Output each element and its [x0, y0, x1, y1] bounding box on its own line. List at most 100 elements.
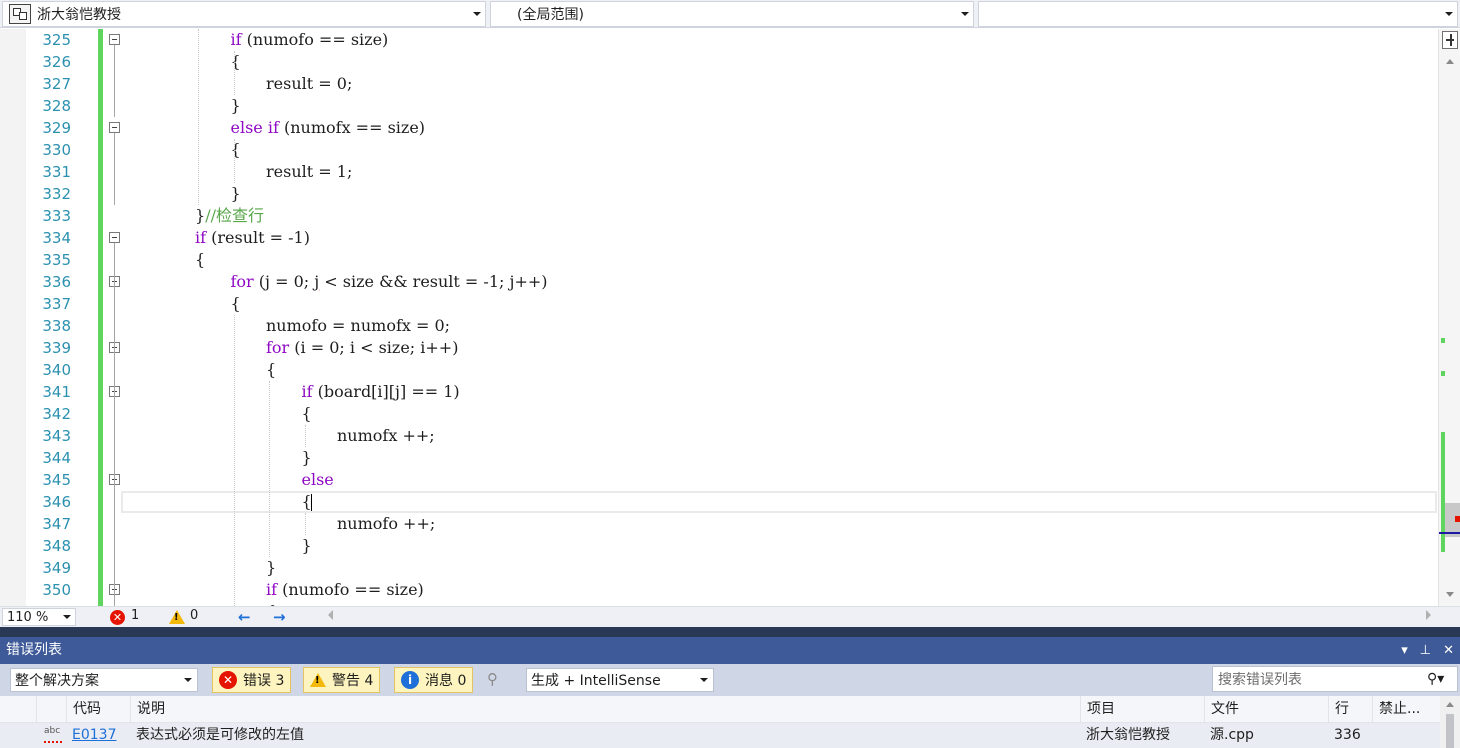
code-line[interactable]: 345 else [0, 469, 1438, 491]
error-icon[interactable]: ✕ [110, 610, 125, 625]
code-token: < size && result = -1; j++) [319, 272, 548, 291]
forward-arrow-icon[interactable]: → [273, 608, 286, 626]
scope-filter-label: 整个解决方案 [15, 673, 99, 689]
code-line[interactable]: 338 numofo = numofx = 0; [0, 315, 1438, 337]
split-icon[interactable] [1442, 31, 1458, 49]
outline-connector [114, 243, 115, 606]
column-header-line[interactable]: 行 [1328, 696, 1372, 723]
warning-icon: ! [310, 673, 326, 687]
line-number: 330 [42, 141, 71, 159]
scope-filter-dropdown[interactable]: 整个解决方案 [10, 668, 198, 692]
code-line[interactable]: 325 if (numofo == size) [0, 29, 1438, 51]
code-line[interactable]: 328} [0, 95, 1438, 117]
code-line[interactable]: 342 { [0, 403, 1438, 425]
caret-position-marker [1439, 532, 1460, 534]
line-number: 348 [42, 537, 71, 555]
code-editor[interactable]: 325 if (numofo == size) 326 {327 result = 0;… [0, 29, 1438, 606]
column-header-file[interactable]: 文件 [1204, 696, 1328, 723]
column-header-severity[interactable] [36, 696, 66, 723]
code-line[interactable]: 340 { [0, 359, 1438, 381]
column-header-project[interactable]: 项目 [1080, 696, 1204, 723]
code-line[interactable]: 343 numofx ++; [0, 425, 1438, 447]
build-filter-dropdown[interactable]: 生成 + IntelliSense [526, 668, 714, 692]
info-icon: i [401, 671, 419, 689]
scroll-up-icon[interactable] [1446, 702, 1454, 707]
code-text: } [302, 535, 312, 557]
scroll-left-icon[interactable] [328, 610, 333, 620]
code-line[interactable]: 332} [0, 183, 1438, 205]
code-line[interactable]: 331 result = 1; [0, 161, 1438, 183]
filter-icon[interactable]: ⚲ [487, 670, 498, 688]
code-line[interactable]: 348} [0, 535, 1438, 557]
scroll-thumb[interactable] [1446, 714, 1454, 748]
table-row[interactable]: abc E0137 表达式必须是可修改的左值 浙大翁恺教授 源.cpp 336 [0, 723, 1460, 748]
outline-connector [114, 133, 115, 205]
column-header-suppress[interactable]: 禁止... [1372, 696, 1438, 723]
navigation-bar: 浙大翁恺教授 (全局范围) [0, 0, 1460, 28]
warning-icon[interactable]: ! [169, 610, 185, 624]
code-token: (result = -1) [206, 228, 310, 247]
code-line[interactable]: 347 numofo ++; [0, 513, 1438, 535]
editor-vertical-scrollbar[interactable] [1438, 29, 1460, 606]
collapse-icon[interactable] [109, 232, 120, 243]
window-menu-icon[interactable]: ▾ [1401, 637, 1408, 664]
error-search-input[interactable]: 搜索错误列表 ⚲▾ [1212, 666, 1458, 692]
collapse-icon[interactable] [109, 122, 120, 133]
error-count[interactable]: 1 [131, 608, 139, 623]
errors-filter-button[interactable]: ✕ 错误 3 [212, 667, 292, 693]
code-line[interactable]: 339 for (i = 0; i < size; i++) [0, 337, 1438, 359]
messages-filter-button[interactable]: i 消息 0 [394, 667, 474, 693]
code-line[interactable]: 329 else if (numofx == size) [0, 117, 1438, 139]
error-line: 336 [1334, 727, 1361, 743]
scope-dropdown[interactable]: (全局范围) [490, 1, 974, 27]
code-line[interactable]: 344} [0, 447, 1438, 469]
scroll-right-icon[interactable] [1426, 610, 1431, 620]
zoom-dropdown[interactable]: 110 % [2, 608, 76, 626]
code-line[interactable]: 341 if (board[i][j] == 1) [0, 381, 1438, 403]
code-line[interactable]: 350 if (numofo == size) [0, 579, 1438, 601]
line-number: 350 [42, 581, 71, 599]
back-arrow-icon[interactable]: ← [238, 608, 251, 626]
column-header-description[interactable]: 说明 [130, 696, 1080, 723]
code-line[interactable]: 346 { [0, 491, 1438, 513]
code-text: result = 0; [266, 73, 352, 95]
error-code-link[interactable]: E0137 [66, 723, 130, 748]
code-line[interactable]: 330 { [0, 139, 1438, 161]
code-line[interactable]: 335 { [0, 249, 1438, 271]
scroll-up-icon[interactable] [1446, 59, 1454, 64]
code-token: numofo = numofx = 0; [266, 316, 451, 335]
member-dropdown[interactable] [978, 1, 1458, 27]
line-number: 340 [42, 361, 71, 379]
close-icon[interactable]: ✕ [1443, 637, 1454, 664]
spelling-error-icon: abc [44, 726, 64, 744]
code-token: { [301, 404, 312, 423]
error-grid-scrollbar[interactable] [1440, 696, 1460, 748]
code-token: (j = 0; [253, 272, 315, 291]
project-icon [9, 4, 31, 24]
code-line[interactable]: 334 if (result = -1) [0, 227, 1438, 249]
collapse-icon[interactable] [109, 34, 120, 45]
code-line[interactable]: 336 for (j = 0; j < size && result = -1; … [0, 271, 1438, 293]
indent-guide [233, 51, 235, 95]
pin-icon[interactable]: ⊥ [1420, 637, 1431, 664]
column-header-code[interactable]: 代码 [66, 696, 130, 723]
indent-guide [233, 139, 235, 183]
error-icon: ✕ [219, 671, 237, 689]
code-line[interactable]: 337 { [0, 293, 1438, 315]
code-line[interactable]: 333}//检查行 [0, 205, 1438, 227]
keyword-token: if [230, 30, 242, 49]
code-token: { [301, 492, 312, 511]
code-line[interactable]: 349} [0, 557, 1438, 579]
keyword-token: if [266, 580, 278, 599]
scroll-down-icon[interactable] [1446, 592, 1454, 597]
project-dropdown[interactable]: 浙大翁恺教授 [2, 1, 486, 27]
code-text: if (numofo == size) [231, 29, 389, 51]
warnings-filter-button[interactable]: ! 警告 4 [303, 667, 381, 693]
code-text: result = 1; [266, 161, 352, 183]
code-line[interactable]: 327 result = 0; [0, 73, 1438, 95]
code-line[interactable]: 326 { [0, 51, 1438, 73]
warning-count[interactable]: 0 [190, 608, 198, 623]
error-marker [1455, 516, 1460, 522]
code-token: } [230, 184, 241, 203]
search-icon[interactable]: ⚲▾ [1427, 671, 1457, 687]
